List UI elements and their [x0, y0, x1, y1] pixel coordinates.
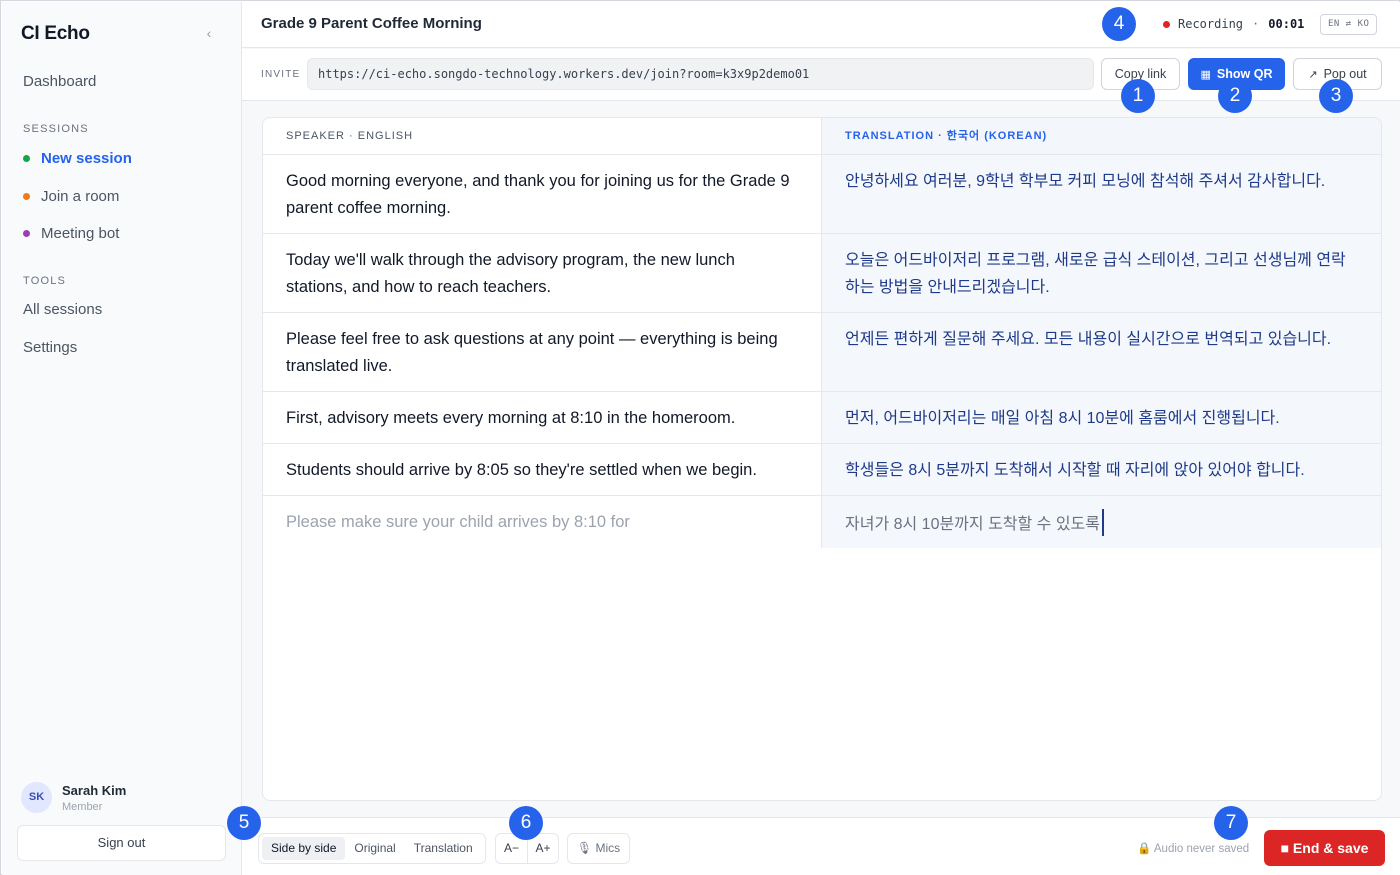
user-profile: SK Sarah Kim Member	[21, 782, 126, 813]
translated-text: 오늘은 어드바이저리 프로그램, 새로운 급식 스테이션, 그리고 선생님께 연…	[822, 234, 1381, 312]
nav-dashboard[interactable]: Dashboard	[23, 73, 96, 90]
annotation-badge: 6	[509, 806, 543, 840]
avatar: SK	[21, 782, 52, 813]
translated-text: 학생들은 8시 5분까지 도착해서 시작할 때 자리에 앉아 있어야 합니다.	[822, 444, 1381, 495]
user-name: Sarah Kim	[62, 782, 127, 798]
view-translation[interactable]: Translation	[405, 837, 482, 860]
translated-text-partial: 자녀가 8시 10분까지 도착할 수 있도록	[822, 496, 1381, 548]
page-title: Grade 9 Parent Coffee Morning	[261, 15, 482, 32]
recording-timer: 00:01	[1268, 17, 1305, 31]
nav-label: Join a room	[41, 188, 120, 205]
audio-note-label: Audio never saved	[1153, 843, 1250, 855]
audio-privacy-note: 🔒 Audio never saved	[1137, 841, 1249, 855]
translated-text: 언제든 편하게 질문해 주세요. 모든 내용이 실시간으로 번역되고 있습니다.	[822, 313, 1381, 391]
annotation-badge: 5	[227, 806, 261, 840]
main-panel: Grade 9 Parent Coffee Morning Recording …	[242, 2, 1400, 875]
translation-column-header: TRANSLATION · 한국어 (KOREAN)	[822, 118, 1381, 155]
annotation-badge: 1	[1121, 79, 1155, 113]
transcript-row: Today we'll walk through the advisory pr…	[263, 234, 1381, 313]
recording-status: Recording · 00:01	[1163, 17, 1304, 31]
annotation-badge: 3	[1319, 79, 1353, 113]
session-header: Grade 9 Parent Coffee Morning Recording …	[242, 2, 1400, 48]
collapse-sidebar-icon[interactable]: ‹	[200, 24, 218, 42]
show-qr-label: Show QR	[1216, 67, 1273, 81]
nav-label: New session	[41, 150, 132, 167]
nav-join-room[interactable]: Join a room	[23, 188, 119, 205]
annotation-badge: 2	[1218, 79, 1252, 113]
user-role: Member	[62, 800, 103, 813]
source-text-partial: Please make sure your child arrives by 8…	[263, 496, 822, 548]
microphone-icon: 🎙	[576, 841, 593, 855]
recording-separator: ·	[1252, 17, 1260, 31]
sessions-section-title: SESSIONS	[23, 123, 89, 135]
annotation-badge: 4	[1102, 7, 1136, 41]
mics-button[interactable]: 🎙 Mics	[567, 833, 630, 864]
view-mode-switcher: Side by side Original Translation	[258, 833, 486, 864]
status-dot-icon	[23, 230, 30, 237]
nav-meeting-bot[interactable]: Meeting bot	[23, 225, 119, 242]
annotation-badge: 7	[1214, 806, 1248, 840]
recording-label: Recording	[1178, 17, 1244, 31]
language-pair-toggle[interactable]: EN ⇄ KO	[1320, 14, 1378, 35]
transcript-card: SPEAKER · ENGLISH TRANSLATION · 한국어 (KOR…	[262, 117, 1382, 801]
source-text: Please feel free to ask questions at any…	[263, 313, 822, 391]
lock-icon: 🔒	[1137, 843, 1152, 855]
typing-caret	[1102, 509, 1105, 536]
source-text: Good morning everyone, and thank you for…	[263, 155, 822, 233]
invite-url-field[interactable]: https://ci-echo.songdo-technology.worker…	[307, 58, 1094, 90]
app-frame: CI Echo ‹ Dashboard SESSIONS New session…	[0, 0, 1400, 875]
mics-label: Mics	[595, 841, 621, 855]
qr-code-icon: ▦	[1200, 69, 1211, 81]
status-dot-icon	[23, 155, 30, 162]
external-link-icon: ↗	[1308, 69, 1318, 81]
recording-dot-icon	[1163, 20, 1170, 28]
transcript-row: First, advisory meets every morning at 8…	[263, 392, 1381, 444]
nav-settings[interactable]: Settings	[23, 339, 77, 356]
partial-translation: 자녀가 8시 10분까지 도착할 수 있도록	[845, 516, 1101, 533]
nav-new-session[interactable]: New session	[23, 150, 132, 167]
translated-text: 먼저, 어드바이저리는 매일 아침 8시 10분에 홈룸에서 진행됩니다.	[822, 392, 1381, 443]
status-dot-icon	[23, 193, 30, 200]
source-text: Today we'll walk through the advisory pr…	[263, 234, 822, 312]
transcript-row: Good morning everyone, and thank you for…	[263, 155, 1381, 234]
nav-label: Meeting bot	[41, 225, 120, 242]
transcript-row-pending: Please make sure your child arrives by 8…	[263, 496, 1381, 548]
transcript-row: Please feel free to ask questions at any…	[263, 313, 1381, 392]
view-side-by-side[interactable]: Side by side	[262, 837, 346, 860]
view-original[interactable]: Original	[345, 837, 404, 860]
speaker-column-header: SPEAKER · ENGLISH	[263, 118, 822, 155]
tools-section-title: TOOLS	[23, 275, 67, 287]
brand-logo: CI Echo	[21, 23, 90, 44]
end-and-save-button[interactable]: ■ End & save	[1264, 830, 1385, 866]
transcript-row: Students should arrive by 8:05 so they'r…	[263, 444, 1381, 496]
translated-text: 안녕하세요 여러분, 9학년 학부모 커피 모닝에 참석해 주셔서 감사합니다.	[822, 155, 1381, 233]
sidebar: CI Echo ‹ Dashboard SESSIONS New session…	[2, 2, 242, 875]
invite-label: INVITE	[261, 69, 301, 80]
source-text: First, advisory meets every morning at 8…	[263, 392, 822, 443]
sign-out-button[interactable]: Sign out	[17, 825, 226, 861]
nav-all-sessions[interactable]: All sessions	[23, 301, 102, 318]
source-text: Students should arrive by 8:05 so they'r…	[263, 444, 822, 495]
